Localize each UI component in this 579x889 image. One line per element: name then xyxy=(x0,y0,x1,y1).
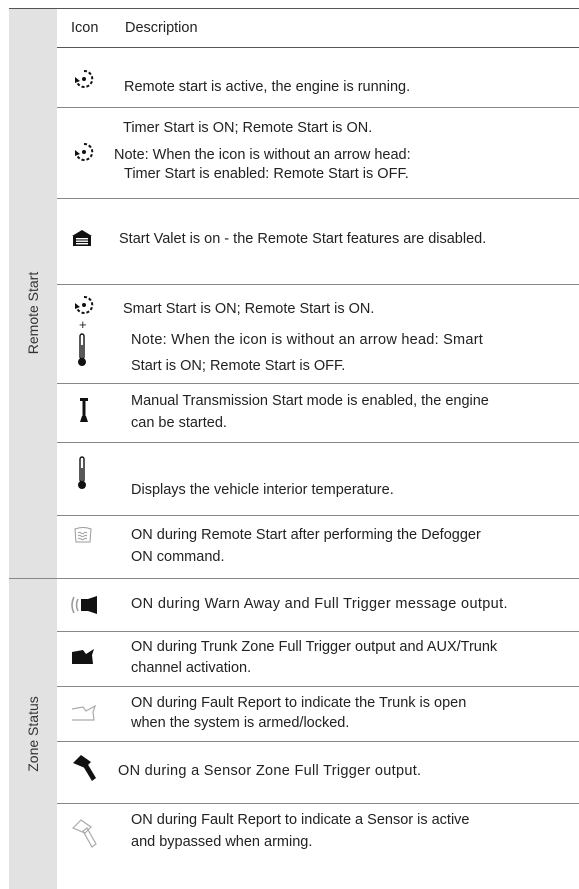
table-row: Remote start is active, the engine is ru… xyxy=(57,47,579,108)
row-description-line2: and bypassed when arming. xyxy=(131,834,313,850)
thermometer-icon xyxy=(77,333,87,372)
plus-sign: + xyxy=(79,317,87,332)
row-description-line1: ON during Remote Start after performing … xyxy=(131,527,481,543)
row-description-line1: Timer Start is ON; Remote Start is ON. xyxy=(123,120,373,136)
table-row: ON during Warn Away and Full Trigger mes… xyxy=(57,579,579,632)
row-description-line1: ON during Fault Report to indicate a Sen… xyxy=(131,812,470,828)
row-description-line2: Note: When the icon is without an arrow … xyxy=(131,332,484,348)
section-zone-status: Zone Status xyxy=(9,579,57,889)
row-description: Start Valet is on - the Remote Start fea… xyxy=(119,231,487,247)
trunk-open-outline-icon xyxy=(71,702,97,727)
row-description-line2: when the system is armed/locked. xyxy=(131,715,350,731)
timer-start-arrow-icon xyxy=(74,142,94,167)
row-description: ON during a Sensor Zone Full Trigger out… xyxy=(118,763,422,779)
row-description: ON during Warn Away and Full Trigger mes… xyxy=(131,596,508,612)
table-row: Displays the vehicle interior temperatur… xyxy=(57,443,579,516)
section-label-zone-status: Zone Status xyxy=(25,696,41,772)
row-description: Remote start is active, the engine is ru… xyxy=(124,79,411,95)
hammer-outline-icon xyxy=(71,818,97,853)
table-row: Start Valet is on - the Remote Start fea… xyxy=(57,199,579,285)
row-description-line3: Timer Start is enabled: Remote Start is … xyxy=(124,166,409,182)
table-row: Manual Transmission Start mode is enable… xyxy=(57,384,579,443)
manual-transmission-icon xyxy=(78,397,90,428)
table-row: ON during Remote Start after performing … xyxy=(57,516,579,579)
section-remote-start: Remote Start xyxy=(9,47,57,579)
hammer-filled-icon xyxy=(71,754,97,787)
table-row: ON during a Sensor Zone Full Trigger out… xyxy=(57,742,579,804)
row-description-line2: Note: When the icon is without an arrow … xyxy=(114,147,411,163)
table-header: Icon Description xyxy=(9,8,579,48)
table-row: ON during Fault Report to indicate a Sen… xyxy=(57,804,579,889)
remote-start-arrow-icon xyxy=(74,69,94,94)
valet-garage-icon xyxy=(71,229,93,252)
row-description-line2: channel activation. xyxy=(131,660,252,676)
row-description: Displays the vehicle interior temperatur… xyxy=(131,482,394,498)
row-description-line1: ON during Trunk Zone Full Trigger output… xyxy=(131,639,498,655)
header-icon-column: Icon xyxy=(71,20,99,36)
row-description-line1: Manual Transmission Start mode is enable… xyxy=(131,393,489,409)
warn-away-icon xyxy=(69,595,99,620)
row-description-line2: can be started. xyxy=(131,415,227,431)
defogger-icon xyxy=(73,526,93,549)
table-row: Timer Start is ON; Remote Start is ON. N… xyxy=(57,108,579,199)
table-row: ON during Fault Report to indicate the T… xyxy=(57,687,579,742)
header-side-cell xyxy=(9,9,57,47)
row-description-line3: Start is ON; Remote Start is OFF. xyxy=(131,358,346,374)
row-description-line1: ON during Fault Report to indicate the T… xyxy=(131,695,467,711)
trunk-open-filled-icon xyxy=(71,646,95,671)
table-row: ON during Trunk Zone Full Trigger output… xyxy=(57,632,579,687)
header-description-column: Description xyxy=(125,20,198,36)
thermometer-icon xyxy=(77,456,87,495)
section-label-remote-start: Remote Start xyxy=(25,271,41,354)
row-description-line2: ON command. xyxy=(131,549,225,565)
table-row: + Smart Start is ON; Remote Start is ON.… xyxy=(57,285,579,384)
row-description-line1: Smart Start is ON; Remote Start is ON. xyxy=(123,301,375,317)
